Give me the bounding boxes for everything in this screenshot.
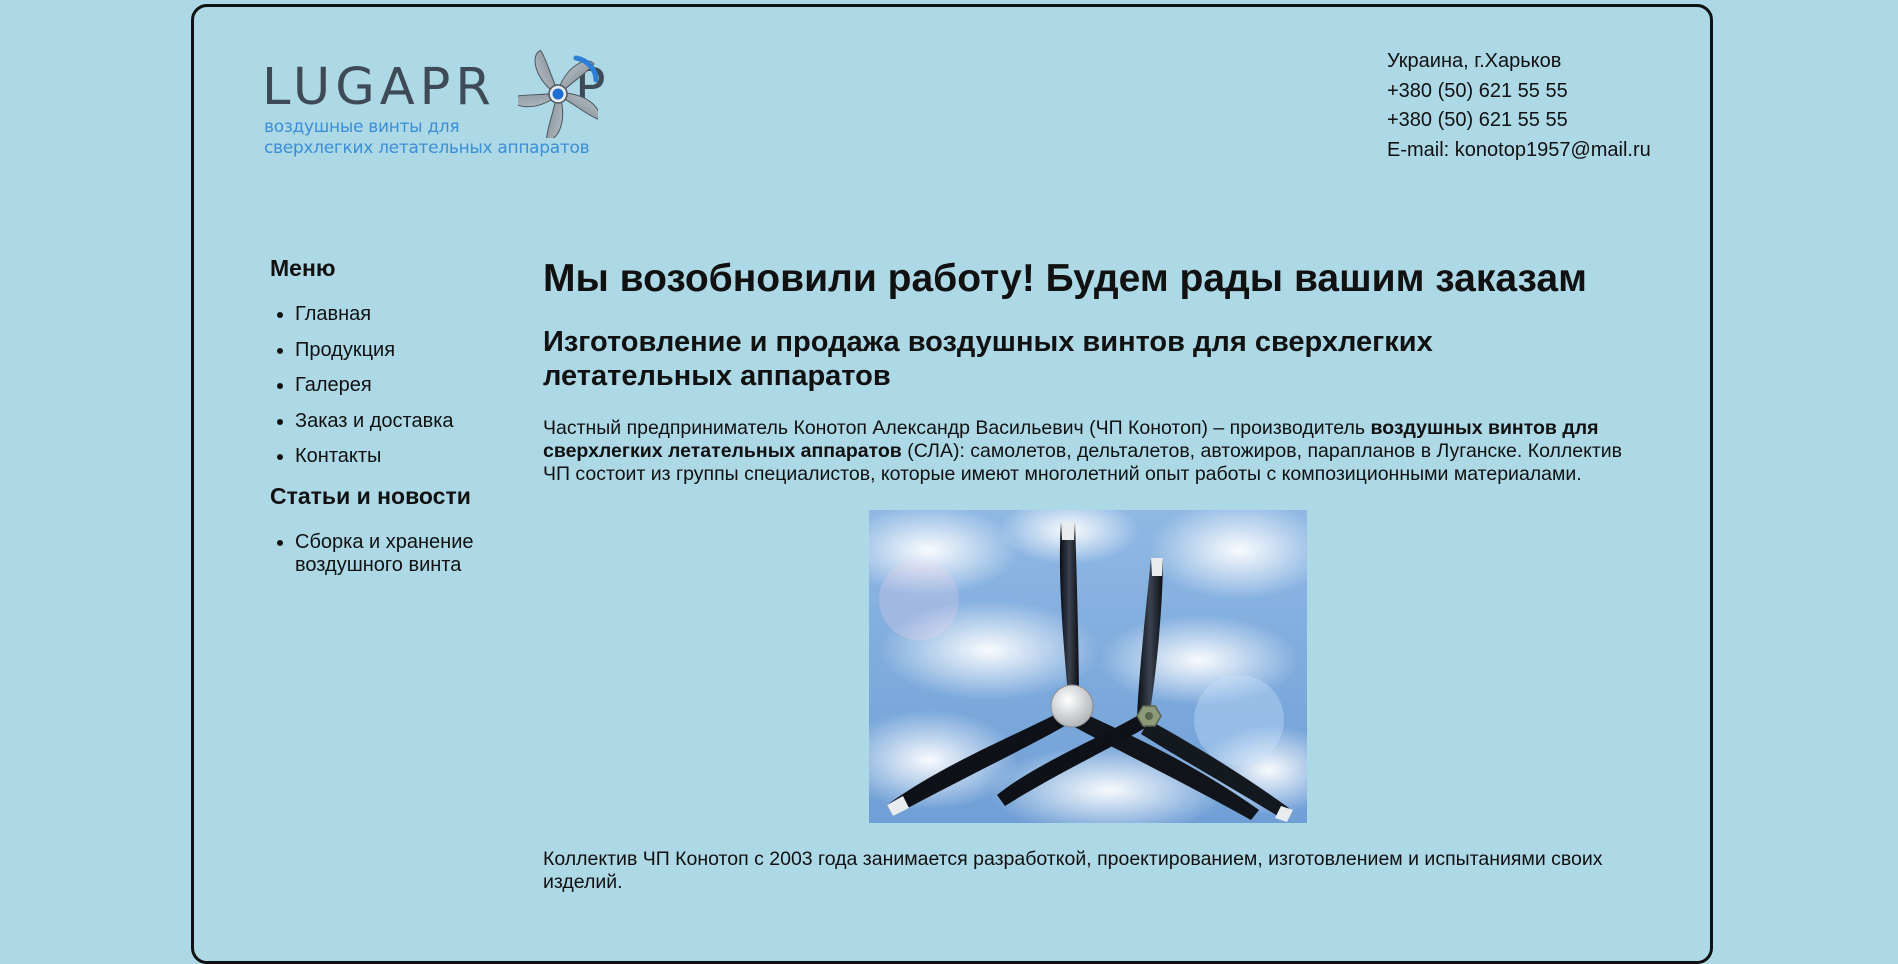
page-headline: Мы возобновили работу! Будем рады вашим … — [543, 257, 1587, 300]
site-logo[interactable]: LUGAPR P воздушные винты для сверхлегких… — [262, 44, 612, 164]
outro-paragraph: Коллектив ЧП Конотоп с 2003 года занимае… — [543, 848, 1603, 893]
menu-item-home: Главная — [295, 303, 530, 326]
menu-link-order-delivery[interactable]: Заказ и доставка — [295, 410, 454, 432]
logo-wordmark: LUGAPR P — [262, 58, 611, 117]
news-link-assembly-storage[interactable]: Сборка и хранение воздушного винта — [295, 531, 474, 576]
menu-item-products: Продукция — [295, 339, 530, 362]
logo-tagline-line2: сверхлегких летательных аппаратов — [264, 138, 590, 158]
menu-link-gallery[interactable]: Галерея — [295, 374, 372, 396]
contact-email[interactable]: E-mail: konotop1957@mail.ru — [1387, 136, 1651, 166]
logo-tagline: воздушные винты для сверхлегких летатель… — [264, 117, 590, 159]
news-item: Сборка и хранение воздушного винта — [295, 531, 530, 577]
contact-phone-1[interactable]: +380 (50) 621 55 55 — [1387, 77, 1651, 107]
intro-paragraph: Частный предприниматель Конотоп Александ… — [543, 417, 1653, 486]
page-subheadline: Изготовление и продажа воздушных винтов … — [543, 326, 1433, 392]
menu-link-products[interactable]: Продукция — [295, 339, 395, 361]
menu-item-contacts: Контакты — [295, 445, 530, 468]
page-frame: LUGAPR P воздушные винты для сверхлегких… — [191, 4, 1713, 964]
sidebar: Меню Главная Продукция Галерея Заказ и д… — [270, 253, 530, 577]
menu-item-gallery: Галерея — [295, 374, 530, 397]
propeller-photo — [869, 510, 1307, 823]
main-content: Мы возобновили работу! Будем рады вашим … — [543, 255, 1653, 894]
logo-tagline-line1: воздушные винты для — [264, 117, 460, 137]
menu-item-order-delivery: Заказ и доставка — [295, 410, 530, 433]
menu-link-contacts[interactable]: Контакты — [295, 445, 381, 467]
main-menu: Главная Продукция Галерея Заказ и достав… — [270, 303, 530, 468]
news-list: Сборка и хранение воздушного винта — [270, 531, 530, 577]
contact-phone-2[interactable]: +380 (50) 621 55 55 — [1387, 106, 1651, 136]
menu-title: Меню — [270, 255, 336, 281]
propeller-photo-image — [869, 510, 1307, 823]
intro-text-start: Частный предприниматель Конотоп Александ… — [543, 417, 1371, 439]
header-contacts: Украина, г.Харьков +380 (50) 621 55 55 +… — [1387, 47, 1651, 165]
news-title: Статьи и новости — [270, 482, 471, 509]
menu-link-home[interactable]: Главная — [295, 303, 371, 325]
contact-location: Украина, г.Харьков — [1387, 50, 1562, 72]
